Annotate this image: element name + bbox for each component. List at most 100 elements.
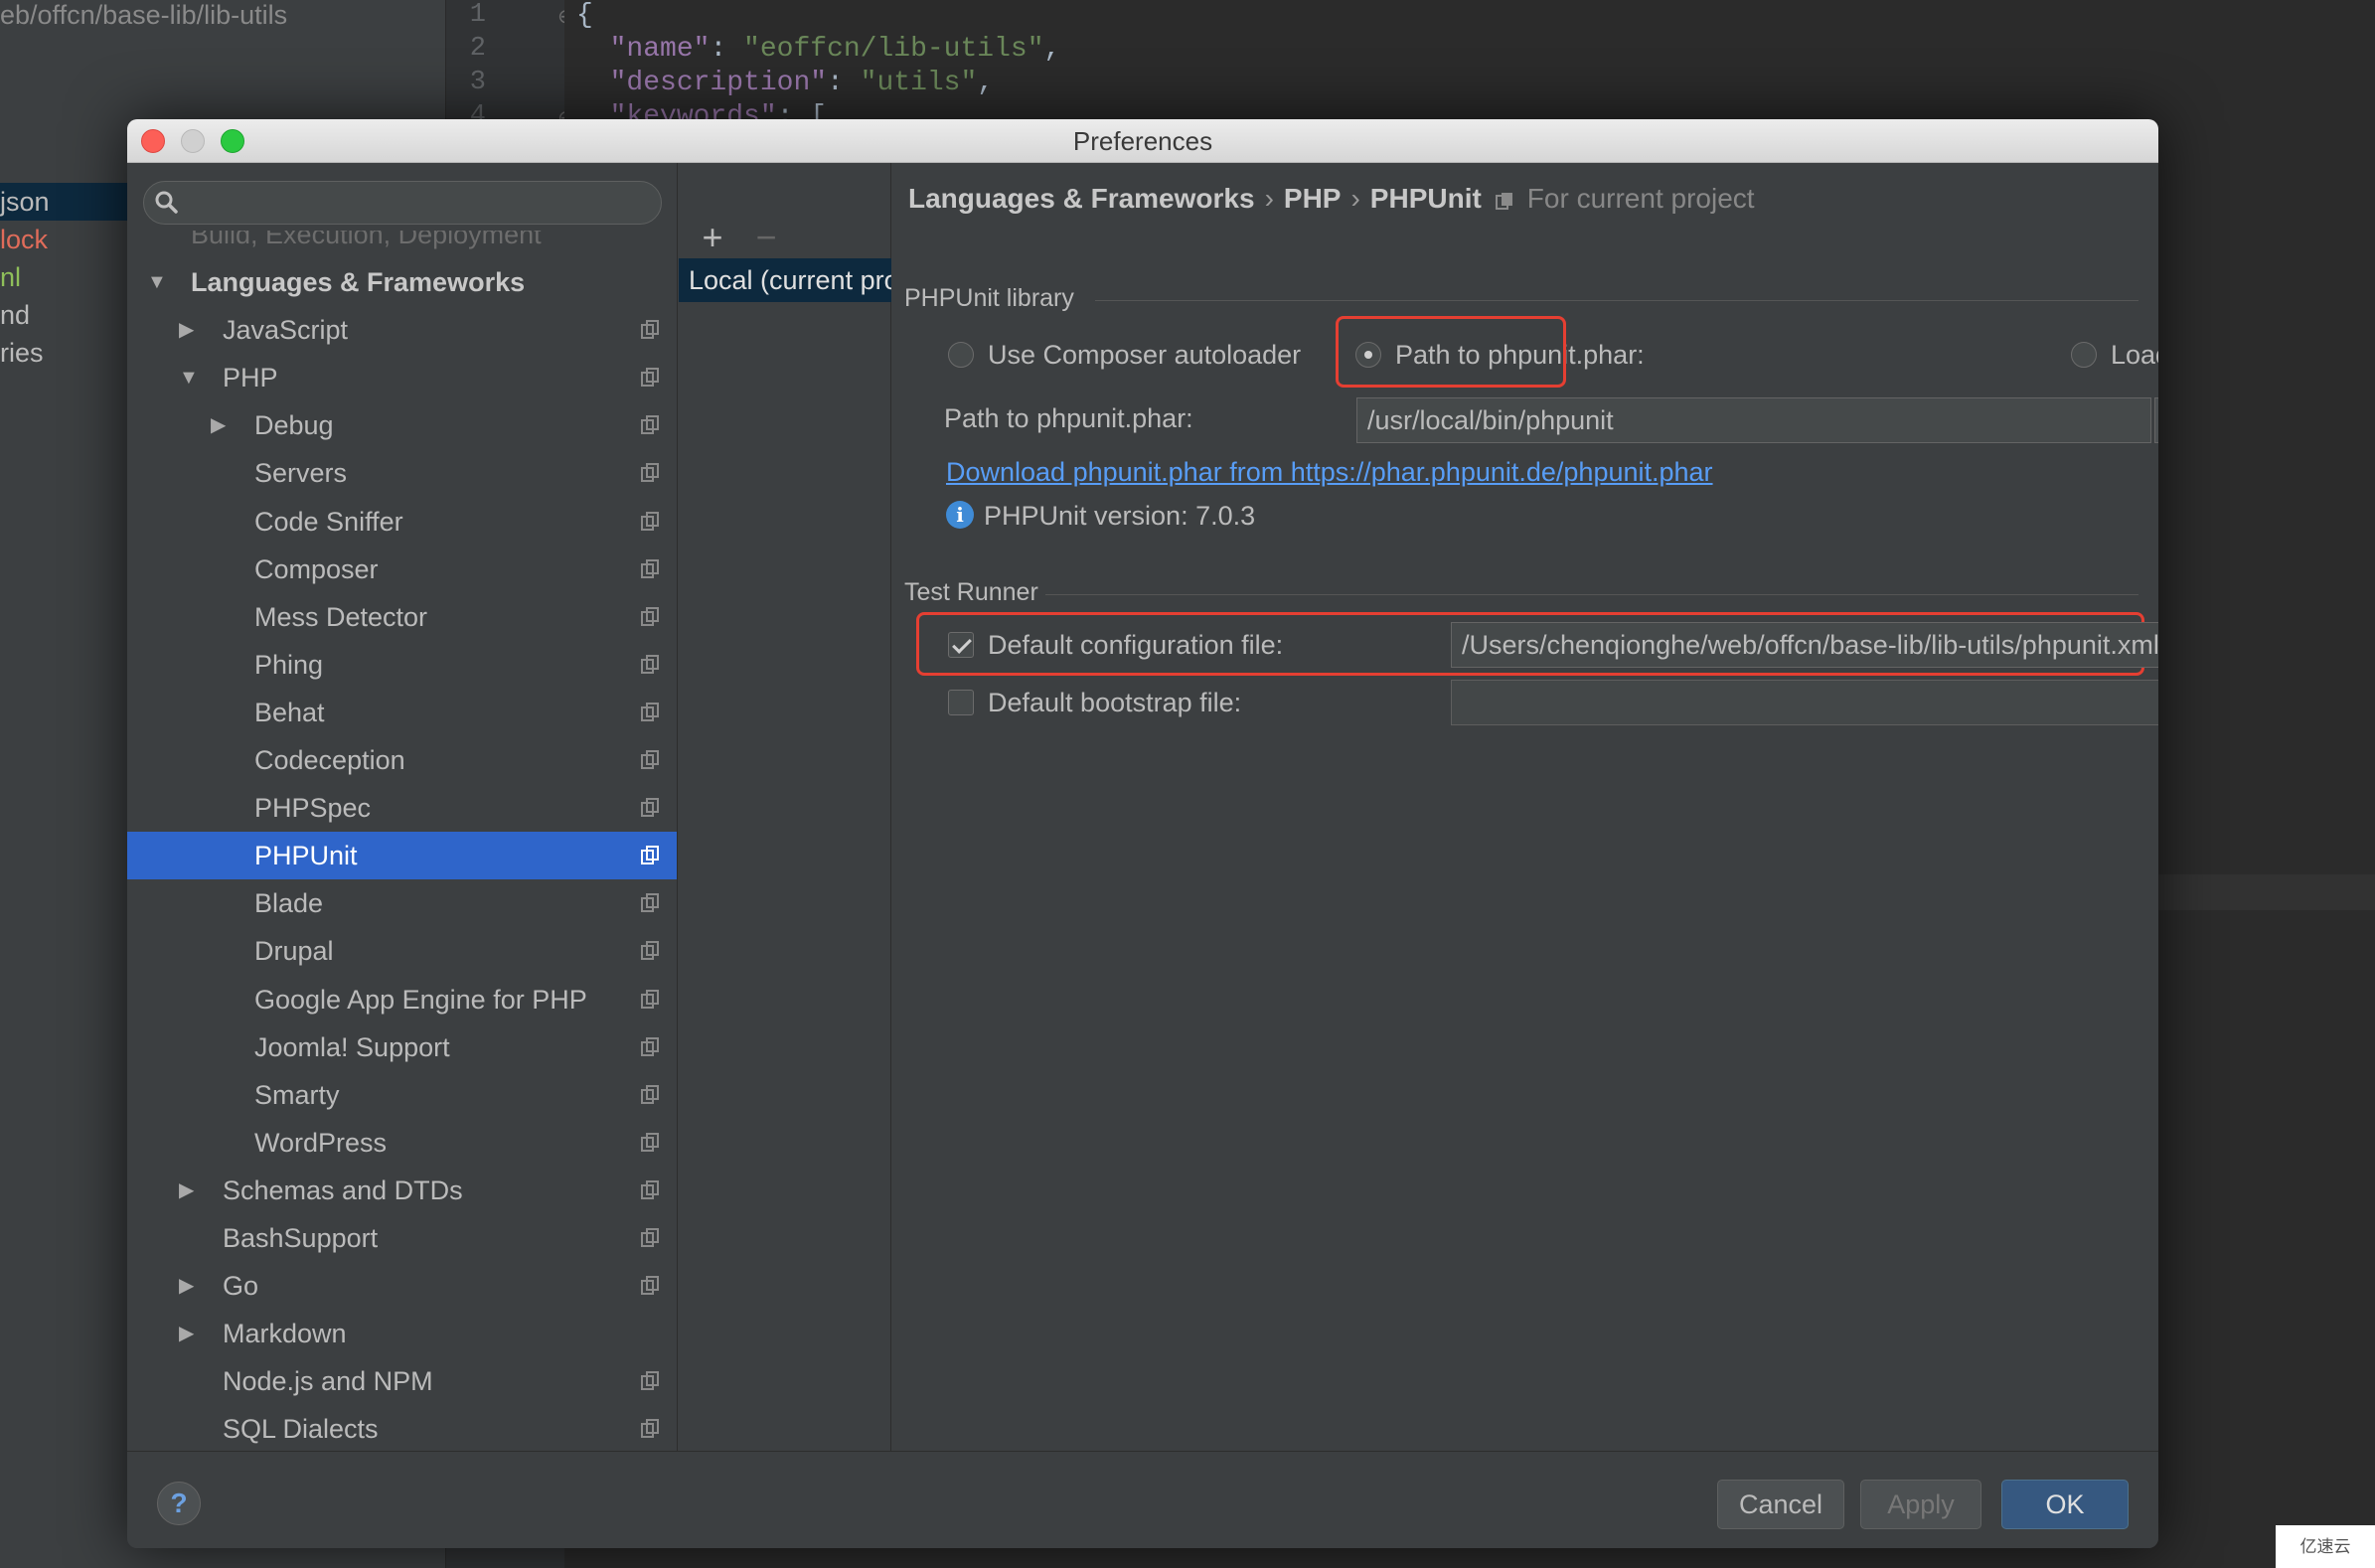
line-number: 3 — [469, 68, 486, 97]
project-level-icon — [641, 1180, 659, 1199]
tree-item-phpspec[interactable]: PHPSpec — [127, 784, 677, 832]
chevron-down-icon[interactable]: ▼ — [147, 258, 167, 306]
phar-path-label: Path to phpunit.phar: — [944, 403, 1193, 433]
project-level-icon — [641, 893, 659, 912]
default-bootstrap-input[interactable] — [1451, 680, 2158, 725]
tree-item-markdown[interactable]: ▶ Markdown — [127, 1310, 677, 1357]
code-line: "description": "utils", — [609, 68, 995, 98]
project-level-icon — [641, 368, 659, 387]
project-level-icon — [641, 990, 659, 1009]
chevron-right-icon[interactable]: ▶ — [179, 1310, 194, 1357]
tree-item-google-app-engine-for-php[interactable]: Google App Engine for PHP — [127, 976, 677, 1023]
add-icon[interactable]: + — [691, 217, 734, 258]
tree-item-joomla-support[interactable]: Joomla! Support — [127, 1023, 677, 1071]
default-bootstrap-checkbox[interactable] — [948, 690, 974, 715]
dialog-footer: ? Cancel Apply OK — [127, 1451, 2158, 1548]
interpreter-list-panel: + − Local (current project) — [679, 163, 891, 1451]
chevron-right-icon[interactable]: ▶ — [179, 1167, 194, 1214]
tree-item-label: BashSupport — [223, 1223, 379, 1253]
radio-composer-autoloader[interactable] — [948, 342, 974, 368]
section-divider — [1095, 300, 2138, 301]
tree-item-wordpress[interactable]: WordPress — [127, 1119, 677, 1167]
line-number: 2 — [469, 34, 486, 64]
chevron-right-icon[interactable]: ▶ — [179, 1262, 194, 1310]
tree-item-label: Languages & Frameworks — [191, 267, 526, 297]
tree-item-javascript[interactable]: ▶ JavaScript — [127, 306, 677, 354]
info-icon: i — [946, 501, 974, 529]
project-path: eb/offcn/base-lib/lib-utils — [0, 0, 288, 30]
breadcrumb-item: PHPUnit — [1369, 183, 1482, 214]
project-file-item[interactable]: nl — [0, 258, 21, 296]
project-file-item[interactable]: nd — [0, 296, 30, 334]
tree-item-phpunit[interactable]: PHPUnit — [127, 832, 677, 879]
tree-item-label: Phing — [254, 650, 324, 680]
tree-item-smarty[interactable]: Smarty — [127, 1071, 677, 1119]
project-level-icon — [641, 559, 659, 578]
tree-item-phing[interactable]: Phing — [127, 641, 677, 689]
default-bootstrap-label[interactable]: Default bootstrap file: — [988, 688, 1241, 718]
code-line: "name": "eoffcn/lib-utils", — [609, 34, 1061, 65]
project-level-icon — [641, 750, 659, 769]
project-level-icon — [641, 320, 659, 339]
chevron-right-icon[interactable]: ▶ — [179, 306, 194, 354]
tree-item-label: Blade — [254, 888, 324, 918]
list-item-local[interactable]: Local (current project) — [679, 258, 891, 302]
ok-button[interactable]: OK — [2001, 1480, 2129, 1529]
tree-item-label: JavaScript — [223, 315, 349, 345]
tree-item-schemas-and-dtds[interactable]: ▶ Schemas and DTDs — [127, 1167, 677, 1214]
remove-icon[interactable]: − — [744, 217, 788, 258]
project-file-item[interactable]: ries — [0, 334, 44, 372]
phar-path-input[interactable]: /usr/local/bin/phpunit — [1356, 397, 2151, 443]
tree-item-go[interactable]: ▶ Go — [127, 1262, 677, 1310]
help-button[interactable]: ? — [157, 1482, 201, 1525]
chevron-right-icon[interactable]: ▶ — [211, 401, 226, 449]
tree-item-php[interactable]: ▼ PHP — [127, 354, 677, 401]
project-level-icon — [641, 415, 659, 434]
tree-item-blade[interactable]: Blade — [127, 879, 677, 927]
radio-pear-label[interactable]: Load from include path (PEAR) — [2111, 340, 2158, 371]
chevron-down-icon[interactable]: ▼ — [179, 354, 199, 401]
project-file-item[interactable]: lock — [0, 221, 48, 258]
download-phar-link[interactable]: Download phpunit.phar from https://phar.… — [946, 457, 1713, 488]
radio-composer-label[interactable]: Use Composer autoloader — [988, 340, 1301, 371]
tree-item-mess-detector[interactable]: Mess Detector — [127, 593, 677, 641]
default-config-label[interactable]: Default configuration file: — [988, 630, 1283, 661]
cancel-button[interactable]: Cancel — [1717, 1480, 1844, 1529]
tree-item-drupal[interactable]: Drupal — [127, 927, 677, 975]
apply-button[interactable]: Apply — [1860, 1480, 1981, 1529]
tree-item-label: Codeception — [254, 745, 405, 775]
tree-item-languages-frameworks[interactable]: ▼ Languages & Frameworks — [127, 258, 677, 306]
project-level-icon — [641, 941, 659, 960]
default-config-input[interactable]: /Users/chenqionghe/web/offcn/base-lib/li… — [1451, 622, 2158, 668]
project-level-icon — [641, 846, 659, 864]
breadcrumb-item: PHP — [1283, 183, 1342, 214]
code-line: { — [576, 0, 593, 31]
default-config-checkbox[interactable] — [948, 632, 974, 658]
phar-browse-button[interactable]: … — [2154, 397, 2158, 443]
phpunit-version-text: PHPUnit version: 7.0.3 — [984, 501, 1256, 531]
dialog-title: Preferences — [1072, 126, 1213, 156]
tree-item-behat[interactable]: Behat — [127, 689, 677, 736]
tree-item-label: PHPUnit — [254, 841, 358, 870]
tree-item-sql-dialects[interactable]: SQL Dialects — [127, 1405, 677, 1451]
settings-search-input[interactable] — [143, 181, 662, 225]
tree-item-label: Composer — [254, 554, 379, 584]
tree-item-label: Joomla! Support — [254, 1032, 450, 1062]
preferences-dialog: Preferences Build, Execution, Deployment… — [127, 119, 2158, 1548]
radio-include-path-pear[interactable] — [2071, 342, 2097, 368]
tree-item-build[interactable]: Build, Execution, Deployment — [127, 231, 677, 258]
project-file-item[interactable]: json — [0, 183, 129, 221]
tree-item-composer[interactable]: Composer — [127, 546, 677, 593]
project-level-icon — [641, 1085, 659, 1104]
tree-item-node-js-and-npm[interactable]: Node.js and NPM — [127, 1357, 677, 1405]
tree-item-debug[interactable]: ▶ Debug — [127, 401, 677, 449]
tree-item-bashsupport[interactable]: BashSupport — [127, 1214, 677, 1262]
tree-item-servers[interactable]: Servers — [127, 449, 677, 497]
project-level-icon — [641, 703, 659, 721]
project-level-icon — [641, 463, 659, 482]
project-level-icon — [641, 1371, 659, 1390]
tree-item-codeception[interactable]: Codeception — [127, 736, 677, 784]
tree-item-label: Node.js and NPM — [223, 1366, 433, 1396]
tree-item-code-sniffer[interactable]: Code Sniffer — [127, 498, 677, 546]
search-icon — [155, 191, 178, 214]
